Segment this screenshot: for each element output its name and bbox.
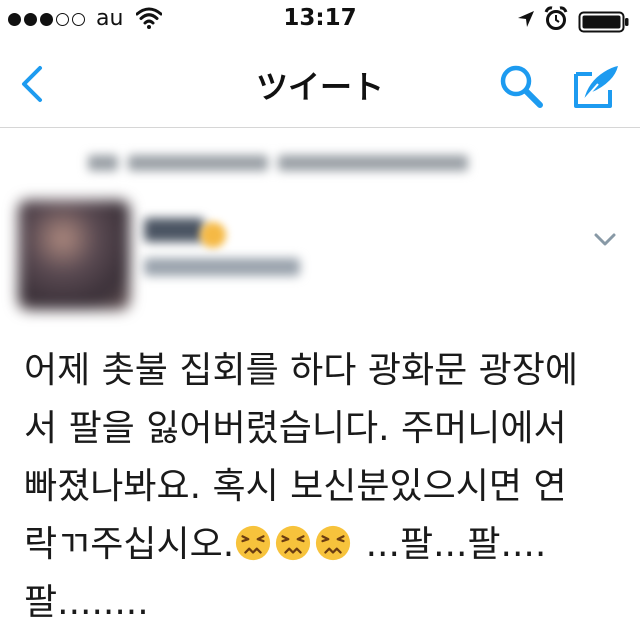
persevering-face-emoji [316, 525, 351, 561]
search-button[interactable] [496, 62, 546, 110]
avatar[interactable] [18, 200, 130, 310]
blurred-text [278, 155, 468, 171]
persevering-face-emoji [236, 525, 271, 561]
retweet-context-blurred [88, 150, 468, 176]
tweet-text-line-with-emoji: 락ㄲ주십시오. ...팔...팔.... [24, 516, 624, 574]
chevron-down-icon [594, 233, 616, 246]
persevering-face-emoji [276, 525, 311, 561]
compose-quill-icon [574, 66, 618, 108]
status-bar: au 13:17 [0, 0, 640, 40]
compose-tweet-button[interactable] [570, 60, 624, 112]
battery-icon [578, 11, 630, 37]
location-arrow-icon [516, 9, 536, 33]
navigation-bar: ツイート [0, 40, 640, 128]
user-name-blurred[interactable] [144, 218, 204, 242]
tweet-text-line: 서 팔을 잃어버렸습니다. 주머니에서 [24, 408, 567, 449]
blurred-text [128, 155, 268, 171]
tweet-text-segment: ...팔...팔.... [354, 524, 547, 565]
tweet-text: 어제 촛불 집회를 하다 광화문 광장에 서 팔을 잃어버렸습니다. 주머니에서… [24, 342, 624, 632]
name-emoji-blurred [200, 222, 226, 248]
user-handle-blurred [144, 258, 300, 276]
search-icon [500, 65, 543, 108]
retweet-icon [88, 155, 118, 171]
tweet-text-line: 팔........ [24, 582, 149, 623]
tweet-text-line: 어제 촛불 집회를 하다 광화문 광장에 [24, 350, 579, 391]
tweet-text-line: 빠졌나봐요. 혹시 보신분있으시면 연 [24, 466, 567, 507]
tweet-options-button[interactable] [592, 230, 618, 250]
tweet-text-segment: 락ㄲ주십시오. [24, 524, 235, 565]
alarm-clock-icon [544, 6, 568, 36]
